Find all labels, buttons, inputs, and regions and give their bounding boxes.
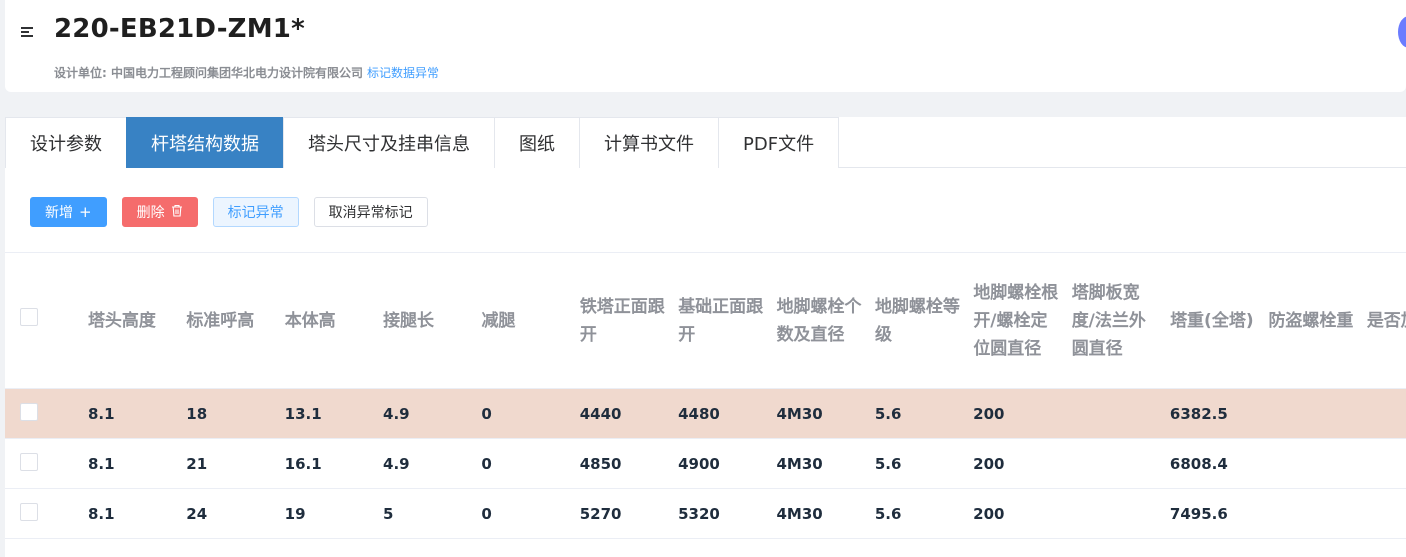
tab-tower-head-size[interactable]: 塔头尺寸及挂串信息 (283, 117, 495, 168)
table-cell: 4M30 (776, 404, 823, 423)
table-cell: 0 (481, 504, 492, 523)
column-header: 基础正面跟开 (678, 296, 764, 345)
table-cell: 0 (481, 404, 492, 423)
column-header: 是否加强 (1366, 310, 1406, 331)
column-header: 接腿长 (383, 310, 435, 331)
tower-data-table: 塔头高度 标准呼高 本体高 接腿长 减腿 铁塔正面跟开 基础正面跟开 地脚螺栓个… (5, 252, 1406, 539)
page-header: 220-EB21D-ZM1* 设计单位: 中国电力工程顾问集团华北电力设计院有限… (5, 0, 1406, 92)
table-cell: 4.9 (383, 404, 410, 423)
table-cell: 4M30 (776, 454, 823, 473)
table-cell: 5 (383, 504, 394, 523)
table-cell: 200 (973, 404, 1005, 423)
table-cell: 5270 (579, 504, 622, 523)
row-checkbox[interactable] (20, 502, 38, 521)
column-header: 防盗螺栓重 (1268, 310, 1354, 331)
column-header: 塔头高度 (87, 310, 156, 331)
column-header: 地脚螺栓个数及直径 (776, 296, 862, 345)
menu-toggle-icon[interactable] (19, 22, 35, 42)
column-header: 减腿 (481, 310, 516, 331)
tab-tower-structure[interactable]: 杆塔结构数据 (126, 117, 284, 168)
table-cell: 0 (481, 454, 492, 473)
row-select-cell (5, 402, 88, 425)
table-cell: 200 (973, 454, 1005, 473)
table-row[interactable]: 8.1 18 13.1 4.9 0 4440 4480 4M30 5.6 200… (5, 389, 1406, 439)
delete-button[interactable]: 删除 (121, 197, 198, 227)
table-row[interactable]: 8.1 24 19 5 0 5270 5320 4M30 5.6 200 749… (5, 489, 1406, 539)
row-checkbox[interactable] (20, 452, 38, 471)
add-button-label: 新增 (45, 205, 73, 221)
column-header: 本体高 (284, 310, 336, 331)
select-all-checkbox[interactable] (20, 307, 38, 326)
column-header: 标准呼高 (186, 310, 255, 331)
mark-data-abnormal-link[interactable]: 标记数据异常 (367, 66, 439, 80)
tab-design-params[interactable]: 设计参数 (5, 117, 127, 168)
column-header: 塔重(全塔) (1170, 310, 1254, 331)
row-checkbox[interactable] (20, 402, 38, 421)
table-cell: 5.6 (874, 454, 902, 473)
trash-icon (171, 204, 183, 220)
table-cell: 4M30 (776, 504, 823, 523)
column-header: 地脚螺栓等级 (874, 296, 960, 345)
row-select-cell (5, 502, 88, 525)
table-cell: 4850 (579, 454, 622, 473)
page-title: 220-EB21D-ZM1* (54, 14, 305, 44)
table-cell: 5.6 (874, 504, 902, 523)
table-cell: 6808.4 (1169, 454, 1228, 473)
mark-abnormal-button[interactable]: 标记异常 (212, 197, 299, 227)
table-cell: 6382.5 (1169, 404, 1228, 423)
select-all-cell (5, 307, 88, 335)
tab-calc-files[interactable]: 计算书文件 (579, 117, 719, 168)
add-button[interactable]: 新增 + (30, 197, 107, 227)
unmark-abnormal-button[interactable]: 取消异常标记 (313, 197, 428, 227)
delete-button-label: 删除 (136, 205, 165, 221)
column-header: 塔脚板宽度/法兰外圆直径 (1071, 282, 1146, 359)
table-cell: 7495.6 (1169, 504, 1228, 523)
table-cell: 4.9 (383, 454, 410, 473)
table-row[interactable]: 8.1 21 16.1 4.9 0 4850 4900 4M30 5.6 200… (5, 439, 1406, 489)
row-select-cell (5, 452, 88, 475)
table-cell: 4440 (579, 404, 622, 423)
table-cell: 4900 (678, 454, 720, 473)
tab-pdf-files[interactable]: PDF文件 (718, 117, 840, 168)
toolbar: 新增 + 删除 标记异常 取消异常标记 (30, 197, 428, 227)
table-cell: 8.1 (87, 454, 115, 473)
column-header: 地脚螺栓根开/螺栓定位圆直径 (973, 282, 1059, 359)
table-cell: 24 (186, 504, 208, 523)
main-panel: 设计参数 杆塔结构数据 塔头尺寸及挂串信息 图纸 计算书文件 PDF文件 新增 … (5, 117, 1406, 557)
tab-bar: 设计参数 杆塔结构数据 塔头尺寸及挂串信息 图纸 计算书文件 PDF文件 (5, 117, 1406, 168)
table-cell: 8.1 (87, 404, 115, 423)
table-cell: 13.1 (284, 404, 322, 423)
table-cell: 16.1 (284, 454, 322, 473)
table-header: 塔头高度 标准呼高 本体高 接腿长 减腿 铁塔正面跟开 基础正面跟开 地脚螺栓个… (5, 253, 1406, 389)
table-cell: 4480 (678, 404, 720, 423)
table-cell: 5.6 (874, 404, 902, 423)
column-header: 铁塔正面跟开 (579, 296, 665, 345)
tab-drawings[interactable]: 图纸 (494, 117, 580, 168)
design-unit-line: 设计单位: 中国电力工程顾问集团华北电力设计院有限公司 标记数据异常 (54, 64, 439, 81)
table-cell: 5320 (678, 504, 720, 523)
table-cell: 18 (186, 404, 208, 423)
table-cell: 21 (186, 454, 208, 473)
plus-icon: + (79, 202, 92, 221)
table-cell: 200 (973, 504, 1005, 523)
avatar[interactable] (1398, 16, 1406, 48)
design-unit-label: 设计单位: 中国电力工程顾问集团华北电力设计院有限公司 (54, 66, 363, 80)
table-cell: 8.1 (87, 504, 115, 523)
table-cell: 19 (284, 504, 306, 523)
